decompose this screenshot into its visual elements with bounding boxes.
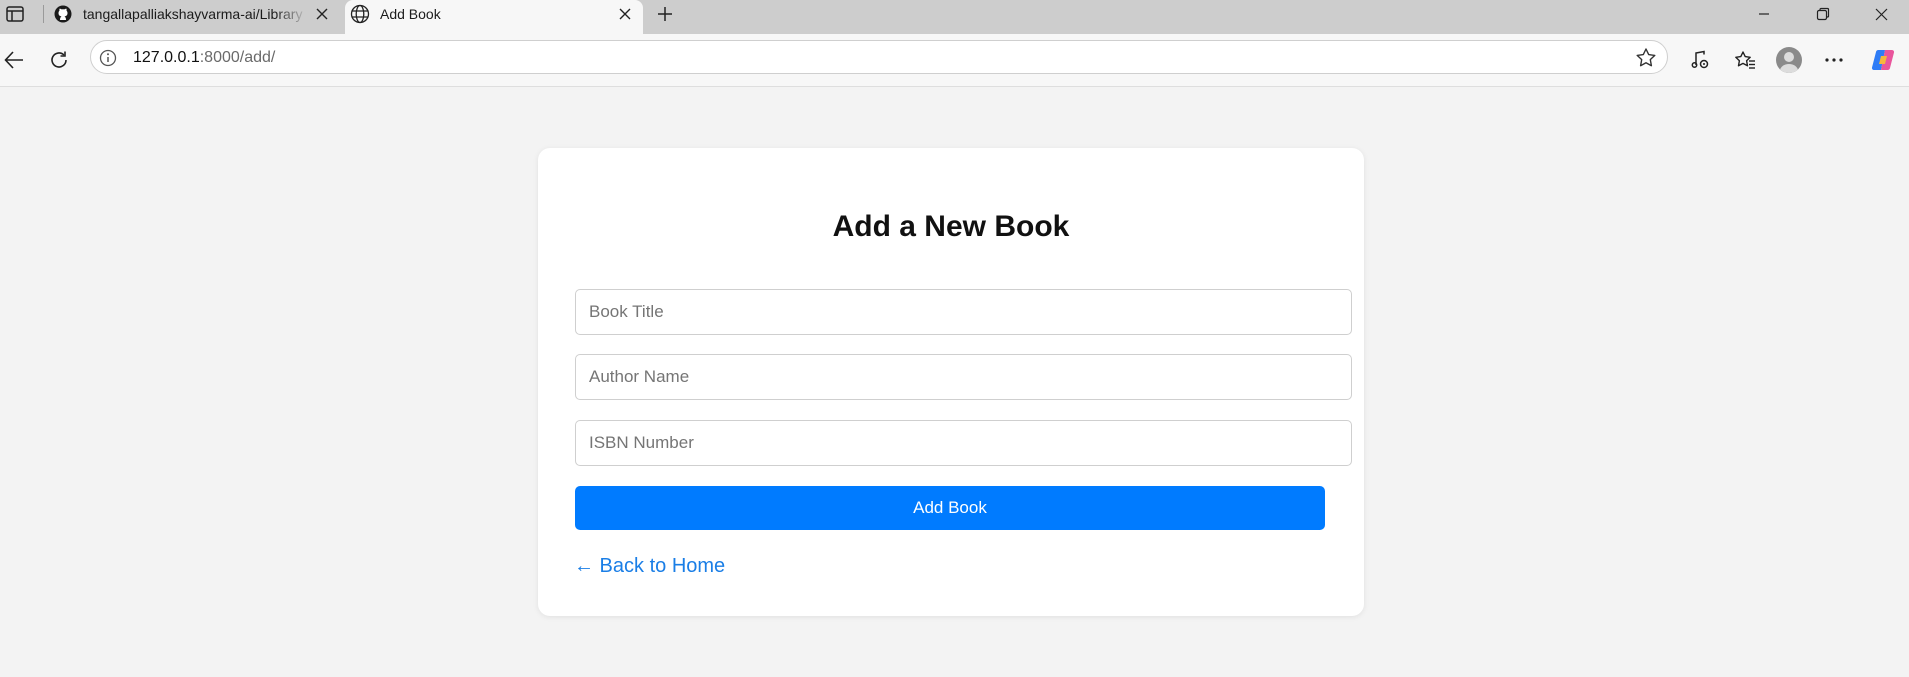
back-button[interactable]: [0, 43, 31, 77]
tab-title: Add Book: [380, 6, 441, 22]
media-control-button[interactable]: [1683, 43, 1717, 77]
tab-title: tangallapalliakshayvarma-ai/Library: [83, 6, 303, 22]
sidebar-tabs-icon: [6, 6, 24, 22]
favorites-icon: [1735, 51, 1755, 69]
close-icon: [1875, 8, 1887, 20]
author-name-input[interactable]: [575, 354, 1352, 400]
tab-github[interactable]: tangallapalliakshayvarma-ai/Library: [48, 0, 340, 28]
copilot-button[interactable]: [1866, 43, 1900, 77]
copilot-icon: [1871, 49, 1895, 71]
close-tab-icon[interactable]: [611, 0, 639, 28]
url-path: :8000/add/: [199, 49, 276, 66]
book-title-input[interactable]: [575, 289, 1352, 335]
url-host: 127.0.0.1: [133, 49, 200, 66]
url-text[interactable]: 127.0.0.1:8000/add/: [133, 49, 275, 67]
more-button[interactable]: [1817, 43, 1851, 77]
refresh-icon: [51, 51, 67, 68]
page-title: Add a New Book: [832, 210, 1070, 243]
back-to-home-link[interactable]: ← Back to Home: [574, 555, 725, 578]
avatar: [1776, 47, 1802, 73]
github-icon: [53, 4, 73, 24]
restore-button[interactable]: [1800, 0, 1846, 28]
refresh-button[interactable]: [42, 43, 76, 77]
globe-icon: [350, 4, 370, 24]
minimize-button[interactable]: [1741, 0, 1787, 28]
profile-button[interactable]: [1772, 43, 1806, 77]
isbn-number-input[interactable]: [575, 420, 1352, 466]
minimize-icon: [1759, 13, 1769, 15]
restore-icon: [1816, 7, 1830, 21]
info-icon[interactable]: [99, 49, 117, 67]
new-tab-button[interactable]: [651, 0, 679, 28]
add-book-button[interactable]: Add Book: [575, 486, 1325, 530]
add-book-card: Add a New Book Add Book ← Back to Home: [538, 148, 1364, 616]
plus-icon: [658, 7, 672, 21]
arrow-left-icon: [4, 51, 23, 69]
star-icon[interactable]: [1635, 47, 1657, 69]
favorites-button[interactable]: [1728, 43, 1762, 77]
tab-add-book[interactable]: Add Book: [345, 0, 643, 34]
close-tab-icon[interactable]: [308, 0, 336, 28]
address-bar[interactable]: 127.0.0.1:8000/add/: [90, 40, 1668, 74]
more-horizontal-icon: [1825, 58, 1843, 62]
browser-toolbar: 127.0.0.1:8000/add/: [0, 34, 1909, 87]
close-window-button[interactable]: [1858, 0, 1904, 28]
tab-actions-button[interactable]: [0, 0, 30, 28]
tab-strip: tangallapalliakshayvarma-ai/Library Add …: [0, 0, 1909, 34]
music-settings-icon: [1691, 50, 1709, 69]
tab-separator: [43, 5, 44, 23]
